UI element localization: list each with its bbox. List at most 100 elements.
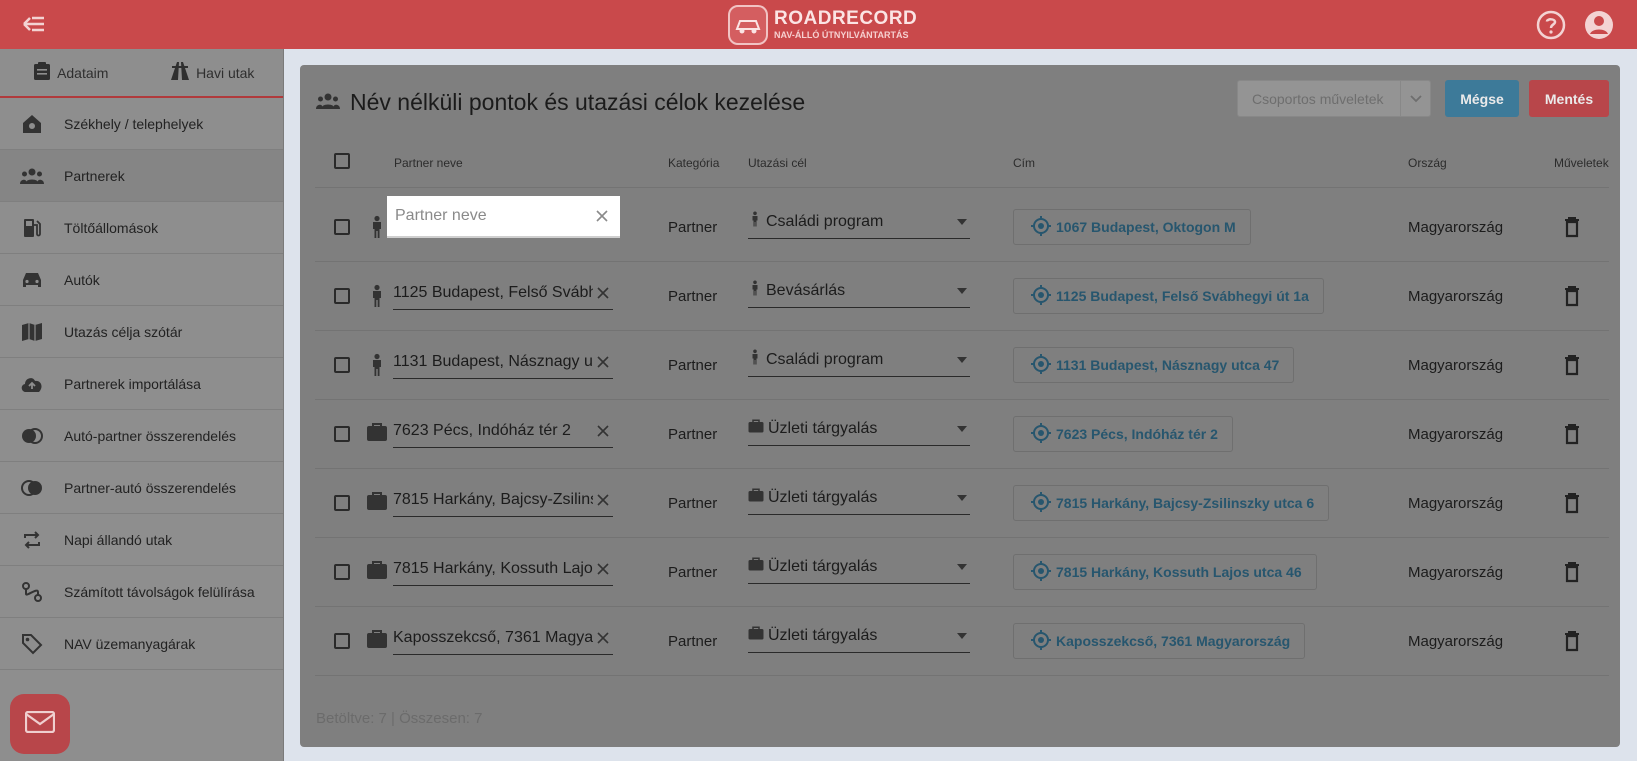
dropdown-arrow-icon <box>954 425 970 432</box>
partner-name-input[interactable]: Kaposszekcső, 7361 Magyar <box>393 621 613 655</box>
location-target-icon <box>1030 560 1052 585</box>
sidebar-item-napi-allando-utak[interactable]: Napi állandó utak <box>0 514 283 566</box>
sidebar-item-szamitott-tavolsagok[interactable]: Számított távolságok felülírása <box>0 566 283 618</box>
address-chip[interactable]: 7815 Harkány, Kossuth Lajos utca 46 <box>1013 554 1317 590</box>
clear-icon[interactable] <box>593 490 613 510</box>
cancel-button[interactable]: Mégse <box>1445 80 1519 117</box>
purpose-select[interactable]: Üzleti tárgyalás <box>748 412 970 446</box>
delete-icon[interactable] <box>1560 629 1584 653</box>
sidebar-item-szekhely[interactable]: Székhely / telephelyek <box>0 98 283 150</box>
clear-icon[interactable] <box>593 283 613 303</box>
row-checkbox[interactable] <box>334 564 350 580</box>
table-footer: Betöltve: 7 | Összesen: 7 <box>316 710 483 727</box>
delete-icon[interactable] <box>1560 215 1584 239</box>
logo-title: ROADRECORD <box>774 8 918 29</box>
delete-icon[interactable] <box>1560 491 1584 515</box>
row-checkbox[interactable] <box>334 633 350 649</box>
dropdown-arrow-icon <box>954 632 970 639</box>
partner-name-input[interactable]: 7815 Harkány, Bajcsy-Zsilins <box>393 483 613 517</box>
sidebar-item-partner-auto[interactable]: Partner-autó összerendelés <box>0 462 283 514</box>
briefcase-icon <box>366 422 390 446</box>
car-icon <box>20 268 44 292</box>
sidebar-item-label: Partnerek importálása <box>64 375 201 392</box>
clear-icon[interactable] <box>593 628 613 648</box>
group-operations-dropdown[interactable]: Csoportos műveletek <box>1237 80 1431 117</box>
clear-icon[interactable] <box>593 559 613 579</box>
purpose-select[interactable]: Családi program <box>748 205 970 239</box>
help-icon[interactable] <box>1535 9 1567 41</box>
partner-name-input[interactable]: Partner neve <box>387 196 620 238</box>
collapse-menu-icon[interactable] <box>18 12 48 36</box>
clear-icon[interactable] <box>593 421 613 441</box>
delete-icon[interactable] <box>1560 560 1584 584</box>
purpose-select[interactable]: Üzleti tárgyalás <box>748 550 970 584</box>
main-card: Név nélküli pontok és utazási célok keze… <box>300 65 1620 747</box>
person-icon <box>366 353 390 377</box>
repeat-icon <box>20 528 44 552</box>
sidebar-item-autok[interactable]: Autók <box>0 254 283 306</box>
partner-name-value: 7815 Harkány, Bajcsy-Zsilins <box>393 490 593 508</box>
column-partner-name[interactable]: Partner neve <box>394 156 463 170</box>
sidebar-item-toltoallomasok[interactable]: Töltőállomások <box>0 202 283 254</box>
home-icon <box>20 112 44 136</box>
purpose-select[interactable]: Üzleti tárgyalás <box>748 481 970 515</box>
column-address[interactable]: Cím <box>1013 156 1035 170</box>
tab-havi-utak[interactable]: Havi utak <box>142 49 284 96</box>
purpose-value: Üzleti tárgyalás <box>768 488 878 506</box>
location-target-icon <box>1030 422 1052 447</box>
purpose-select[interactable]: Családi program <box>748 343 970 377</box>
person-icon <box>748 211 762 232</box>
category-value: Partner <box>668 426 718 443</box>
sidebar-item-partnerek[interactable]: Partnerek <box>0 150 283 202</box>
partner-name-input[interactable]: 1131 Budapest, Násznagy ut <box>393 345 613 379</box>
sidebar-tabs: Adataim Havi utak <box>0 49 283 98</box>
row-checkbox[interactable] <box>334 495 350 511</box>
partner-name-input[interactable]: 7815 Harkány, Kossuth Lajos <box>393 552 613 586</box>
purpose-value: Üzleti tárgyalás <box>768 419 878 437</box>
row-checkbox[interactable] <box>334 426 350 442</box>
column-purpose[interactable]: Utazási cél <box>748 156 807 170</box>
person-icon <box>366 284 390 308</box>
sidebar-item-label: Autó-partner összerendelés <box>64 427 236 444</box>
delete-icon[interactable] <box>1560 422 1584 446</box>
column-category[interactable]: Kategória <box>668 156 719 170</box>
address-chip[interactable]: 7623 Pécs, Indóház tér 2 <box>1013 416 1233 452</box>
purpose-select[interactable]: Bevásárlás <box>748 274 970 308</box>
clear-icon[interactable] <box>593 352 613 372</box>
category-value: Partner <box>668 495 718 512</box>
address-chip[interactable]: 1067 Budapest, Oktogon M <box>1013 209 1251 245</box>
table-row: 7623 Pécs, Indóház tér 2 Partner Üzleti tá… <box>315 400 1609 469</box>
mail-button[interactable] <box>10 694 70 754</box>
row-checkbox[interactable] <box>334 288 350 304</box>
country-value: Magyarország <box>1408 495 1504 512</box>
sidebar-item-partnerek-importalasa[interactable]: Partnerek importálása <box>0 358 283 410</box>
save-button[interactable]: Mentés <box>1529 80 1609 117</box>
people-icon <box>316 89 340 116</box>
country-value: Magyarország <box>1408 357 1504 374</box>
address-chip[interactable]: 1125 Budapest, Felső Svábhegyi út 1a <box>1013 278 1324 314</box>
sidebar-item-utazas-celja[interactable]: Utazás célja szótár <box>0 306 283 358</box>
address-chip[interactable]: Kaposszekcső, 7361 Magyarország <box>1013 623 1306 659</box>
dropdown-arrow-icon <box>954 287 970 294</box>
purpose-select[interactable]: Üzleti tárgyalás <box>748 619 970 653</box>
row-checkbox[interactable] <box>334 357 350 373</box>
sidebar-item-nav-uzemanyagarak[interactable]: NAV üzemanyagárak <box>0 618 283 670</box>
account-icon[interactable] <box>1583 9 1615 41</box>
partner-name-input[interactable]: 1125 Budapest, Felső Svábh <box>393 276 613 310</box>
delete-icon[interactable] <box>1560 353 1584 377</box>
clear-icon[interactable] <box>592 206 612 226</box>
road-icon <box>170 61 190 84</box>
partner-name-input[interactable]: 7623 Pécs, Indóház tér 2 <box>393 414 613 448</box>
address-chip[interactable]: 1131 Budapest, Násznagy utca 47 <box>1013 347 1295 383</box>
select-all-checkbox[interactable] <box>334 153 350 169</box>
logo-subtitle: NAV-ÁLLÓ ÚTNYILVÁNTARTÁS <box>774 30 909 40</box>
address-chip[interactable]: 7815 Harkány, Bajcsy-Zsilinszky utca 6 <box>1013 485 1330 521</box>
sidebar: Adataim Havi utak Székhely / telephelyek… <box>0 49 284 761</box>
dropdown-arrow-icon <box>954 218 970 225</box>
row-checkbox[interactable] <box>334 219 350 235</box>
column-country[interactable]: Ország <box>1408 156 1447 170</box>
sidebar-item-auto-partner[interactable]: Autó-partner összerendelés <box>0 410 283 462</box>
tab-adataim[interactable]: Adataim <box>0 49 142 96</box>
delete-icon[interactable] <box>1560 284 1584 308</box>
clipboard-icon <box>33 61 51 84</box>
